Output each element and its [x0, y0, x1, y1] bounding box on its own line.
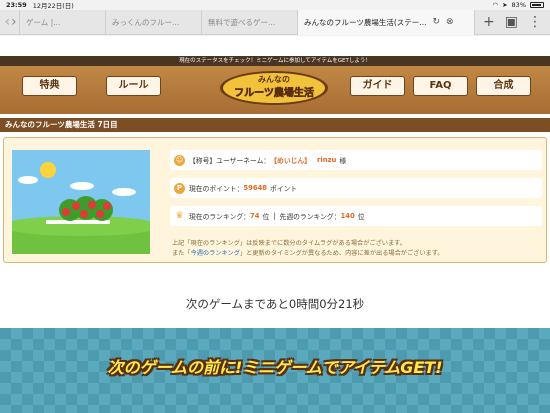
nav-bonus-button[interactable]: 特典: [22, 76, 77, 96]
browser-tab-bar: ‹ › ゲーム |... みっくんのフルー... 無料で遊べるゲー... みんな…: [0, 9, 550, 35]
note-line-2: また「今週のランキング」と更新のタイミングが異なるため、内容に差が出る場合がござ…: [172, 250, 444, 257]
title-username-row: ☺ 【称号】ユーザーネーム： 【めいじん】 rinzu 様: [170, 150, 542, 170]
site-header: 現在のステータスをチェック！ミニゲームに参加してアイテムをGETしよう！ 特典 …: [0, 56, 550, 114]
tab-mikkun[interactable]: みっくんのフルー...: [105, 9, 201, 35]
minigame-banner[interactable]: 次のゲームの前に!ミニゲームでアイテムGET!: [0, 328, 550, 413]
tab-strip: ゲーム |... みっくんのフルー... 無料で遊べるゲー... みんなのフルー…: [19, 9, 476, 35]
points-unit: ポイント: [270, 185, 298, 193]
status-bar: 23:59 12月22日(日) ◠ ➤ 83%: [0, 0, 550, 10]
prev-rank-unit: 位: [357, 213, 365, 221]
tab-game[interactable]: ゲーム |...: [19, 9, 105, 35]
ranking-note: 上記「現在のランキング」は反映までに数分のタイムラグがある場合がございます。 ま…: [172, 239, 443, 259]
rank-separator: |: [273, 212, 276, 220]
tab-label: ゲーム |...: [26, 17, 61, 27]
forward-button[interactable]: ›: [11, 14, 18, 30]
prev-rank-label: 先週のランキング：: [279, 213, 341, 221]
header-message: 現在のステータスをチェック！ミニゲームに参加してアイテムをGETしよう！: [0, 56, 550, 66]
web-page: 現在のステータスをチェック！ミニゲームに参加してアイテムをGETしよう！ 特典 …: [0, 36, 550, 413]
status-panel: ☺ 【称号】ユーザーネーム： 【めいじん】 rinzu 様 P 現在のポイント：…: [3, 137, 547, 263]
nav-combine-button[interactable]: 合成: [476, 76, 531, 96]
logo-top-text: みんなの: [258, 75, 290, 84]
tab-fruit-farm[interactable]: みんなのフルーツ農場生活(ステー... ↻ ⊗: [297, 9, 476, 35]
nav-faq-button[interactable]: FAQ: [413, 76, 468, 96]
status-time: 23:59: [6, 1, 27, 9]
nav-rules-button[interactable]: ルール: [106, 76, 161, 96]
title-value: 【めいじん】: [270, 157, 312, 165]
status-right: ◠ ➤ 83%: [492, 1, 544, 9]
ranking-row: ♛ 現在のランキング： 74 位 | 先週のランキング： 140 位: [170, 206, 542, 226]
points-row: P 現在のポイント： 59648 ポイント: [170, 178, 542, 198]
points-icon: P: [174, 182, 185, 194]
battery-percent: 83%: [511, 1, 526, 9]
smile-icon: ☺: [174, 154, 185, 166]
page-title: みんなのフルーツ農場生活 7日目: [0, 118, 550, 132]
rank-label: 現在のランキング：: [189, 213, 250, 221]
logo-bottom-text: フルーツ農場生活: [234, 86, 314, 99]
status-date: 12月22日(日): [32, 2, 74, 10]
tab-label: みんなのフルーツ農場生活(ステー...: [304, 17, 427, 27]
tab-label: みっくんのフルー...: [112, 17, 180, 27]
nav-guide-button[interactable]: ガイド: [350, 76, 405, 96]
username: rinzu: [317, 156, 337, 164]
browser-toolbar-icons: + ▣ ⋮: [475, 14, 550, 30]
menu-icon[interactable]: ⋮: [528, 14, 542, 30]
note-line-1: 上記「現在のランキング」は反映までに数分のタイムラグがある場合がございます。: [172, 240, 406, 247]
next-game-countdown: 次のゲームまであと0時間0分21秒: [185, 297, 365, 311]
tab-free-games[interactable]: 無料で遊べるゲー...: [201, 9, 297, 35]
site-logo[interactable]: みんなの フルーツ農場生活: [219, 68, 329, 106]
tab-label: 無料で遊べるゲー...: [208, 17, 276, 27]
tabs-overview-icon[interactable]: ▣: [505, 14, 518, 30]
wifi-icon: ◠: [492, 1, 499, 9]
location-icon: ➤: [502, 1, 508, 9]
points-label: 現在のポイント：: [189, 185, 244, 193]
rank-value: 74: [249, 212, 260, 220]
honorific: 様: [339, 157, 347, 165]
reload-icon[interactable]: ↻: [432, 17, 440, 27]
rank-unit: 位: [262, 213, 270, 221]
farm-illustration: [12, 150, 150, 254]
banner-text: 次のゲームの前に!ミニゲームでアイテムGET!: [107, 358, 443, 377]
title-label: 【称号】ユーザーネーム：: [189, 157, 271, 165]
points-value: 59648: [243, 184, 268, 192]
close-tab-icon[interactable]: ⊗: [446, 17, 454, 27]
crown-icon: ♛: [175, 210, 184, 221]
weekly-ranking-link[interactable]: 今週のランキング: [191, 250, 240, 257]
battery-icon: [530, 2, 544, 8]
prev-rank-value: 140: [340, 212, 355, 220]
new-tab-icon[interactable]: +: [483, 14, 495, 30]
